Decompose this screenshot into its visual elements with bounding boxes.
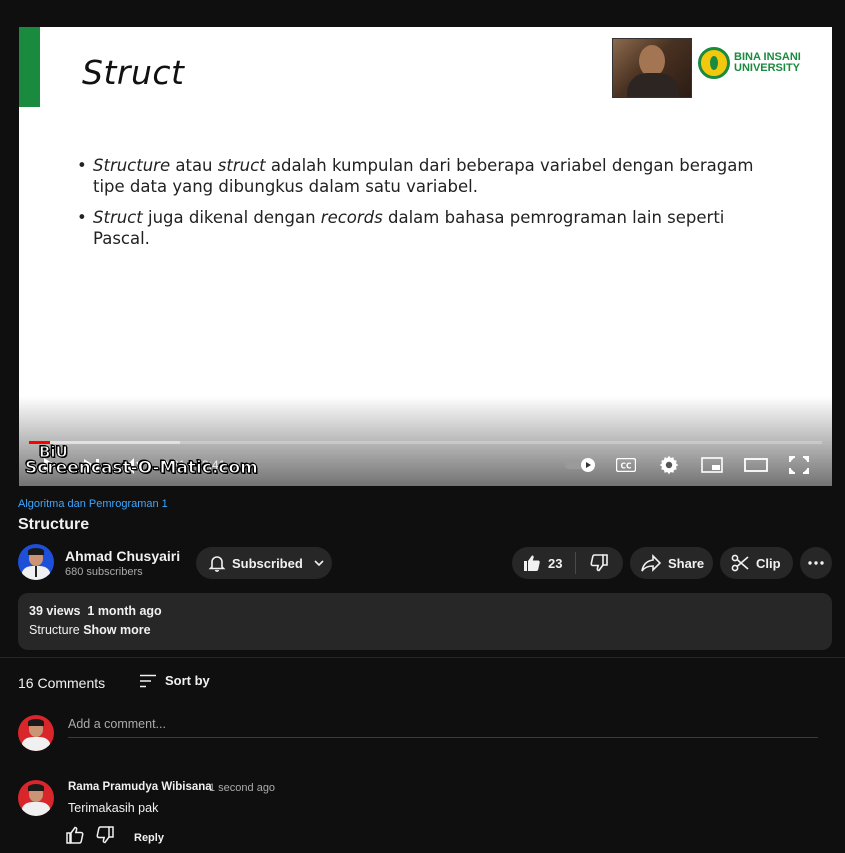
comment-text: Terimakasih pak [68,801,159,815]
video-player[interactable]: Struct BINA INSANI UNIVERSITY Structure … [19,27,832,486]
fullscreen-icon [789,456,809,474]
autoplay-toggle-icon [565,458,595,472]
cc-icon: CC [616,458,636,472]
comment-timestamp[interactable]: 1 second ago [209,782,275,794]
bell-icon [208,556,226,572]
show-more-button[interactable]: Show more [83,623,150,637]
share-icon [641,554,661,572]
thumbs-up-icon [524,555,540,571]
sort-icon [140,674,156,687]
captions-button[interactable]: CC [615,456,637,474]
like-count: 23 [548,555,563,571]
slide-accent-bar [19,27,40,107]
thumbs-down-icon [590,554,608,572]
watermark: BiU Screencast-O-Matic.com [25,443,259,479]
webcam-overlay [612,38,692,98]
thumbs-up-icon [66,826,84,844]
comment-dislike-button[interactable] [96,826,114,849]
more-horizontal-icon [808,561,824,565]
slide-bullet-list: Structure atau struct adalah kumpulan da… [77,155,777,259]
like-dislike-group: 23 [512,547,623,579]
university-logo: BINA INSANI UNIVERSITY [698,47,801,79]
slide-bullet: Struct juga dikenal dengan records dalam… [77,207,777,249]
add-comment-input[interactable]: Add a comment... [68,717,166,731]
description-box[interactable]: 39 views 1 month ago Structure Show more [18,593,832,650]
comments-count: 16 Comments [18,675,106,691]
comment-author[interactable]: Rama Pramudya Wibisana [68,781,212,793]
description-text-line: Structure Show more [29,623,821,637]
like-button[interactable]: 23 [512,554,575,572]
logo-line2: UNIVERSITY [734,62,801,74]
miniplayer-icon [701,457,723,473]
scissors-icon [731,554,749,572]
current-user-avatar [18,715,54,751]
view-count: 39 views [29,604,81,618]
share-button[interactable]: Share [630,547,713,579]
upload-age: 1 month ago [87,604,162,618]
miniplayer-button[interactable] [701,456,723,474]
description-text: Structure [29,623,80,637]
gear-icon [659,455,679,475]
slide-bullet: Structure atau struct adalah kumpulan da… [77,155,777,197]
comment-author-avatar[interactable] [18,780,54,816]
university-seal-icon [698,47,730,79]
comment-actions: Reply [66,826,164,849]
subscribe-button[interactable]: Subscribed [196,547,332,579]
subscribe-label: Subscribed [232,555,303,571]
theater-mode-button[interactable] [743,456,769,474]
thumbs-down-icon [96,826,114,844]
subscriber-count: 680 subscribers [65,566,143,578]
more-actions-button[interactable] [800,547,832,579]
sort-label: Sort by [165,673,210,688]
share-label: Share [668,555,705,571]
svg-text:CC: CC [620,462,632,471]
video-title: Structure [18,516,90,533]
watermark-screencast: Screencast-O-Matic.com [25,458,259,479]
autoplay-toggle[interactable] [564,456,598,474]
theater-icon [744,458,768,472]
description-stats: 39 views 1 month ago [29,604,821,618]
clip-button[interactable]: Clip [720,547,793,579]
add-comment-underline [68,737,818,738]
dislike-button[interactable] [576,554,622,572]
section-divider [0,657,845,658]
clip-label: Clip [756,555,781,571]
slide-title: Struct [82,53,185,92]
playlist-link[interactable]: Algoritma dan Pemrograman 1 [18,498,168,510]
fullscreen-button[interactable] [788,455,810,475]
settings-button[interactable] [658,455,680,475]
sort-by-button[interactable]: Sort by [139,673,210,688]
reply-button[interactable]: Reply [134,832,164,844]
channel-name[interactable]: Ahmad Chusyairi [65,548,180,564]
comment-like-button[interactable] [66,826,84,849]
chevron-down-icon [314,560,324,567]
channel-avatar[interactable] [18,544,54,580]
